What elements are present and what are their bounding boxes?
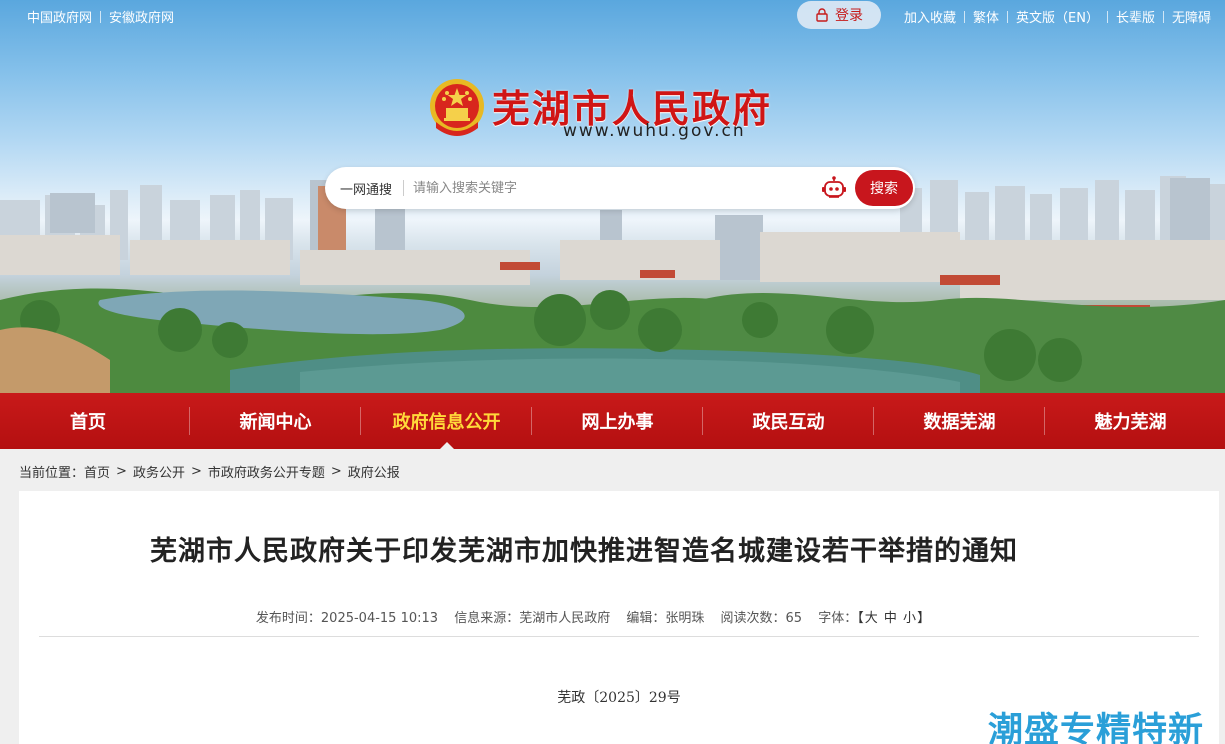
separator (100, 10, 102, 23)
link-elder-version[interactable]: 长辈版 (1116, 7, 1155, 26)
font-size-label: 字体： (818, 611, 858, 626)
breadcrumb-special-topic[interactable]: 市政府政务公开专题 (208, 462, 325, 481)
site-url: www.wuhu.gov.cn (563, 121, 746, 141)
breadcrumb-separator: > (116, 464, 127, 479)
breadcrumb-gazette[interactable]: 政府公报 (348, 462, 400, 481)
main-nav: 首页 新闻中心 政府信息公开 网上办事 政民互动 数据芜湖 魅力芜湖 (0, 393, 1225, 449)
article-meta: 发布时间：2025-04-15 10:13 信息来源：芜湖市人民政府 编辑：张明… (19, 607, 1179, 626)
login-label: 登录 (835, 8, 863, 24)
font-size-large[interactable]: 大 (865, 611, 878, 626)
view-count: 阅读次数：65 (720, 611, 803, 626)
nav-label: 政府信息公开 (392, 412, 501, 433)
link-add-favorite[interactable]: 加入收藏 (904, 7, 956, 26)
nav-label: 魅力芜湖 (1094, 412, 1167, 433)
link-english[interactable]: 英文版（EN） (1016, 7, 1099, 26)
editor: 编辑：张明珠 (626, 611, 705, 626)
link-accessibility[interactable]: 无障碍 (1172, 7, 1211, 26)
login-button[interactable]: 登录 (797, 1, 881, 29)
search-scope-label[interactable]: 一网通搜 (340, 179, 392, 198)
lock-icon (816, 8, 828, 22)
search-divider (403, 180, 404, 196)
bracket-close: 】 (917, 611, 931, 626)
nav-label: 数据芜湖 (923, 412, 996, 433)
publish-time: 发布时间：2025-04-15 10:13 (255, 611, 439, 626)
nav-label: 政民互动 (752, 412, 825, 433)
nav-online-services[interactable]: 网上办事 (532, 393, 703, 449)
article-divider (39, 636, 1199, 637)
search-bar: 一网通搜 搜索 (325, 167, 915, 209)
separator (964, 10, 965, 23)
search-button[interactable]: 搜索 (855, 170, 913, 206)
bracket-open: 【 (857, 611, 864, 626)
breadcrumb-gov-affairs[interactable]: 政务公开 (133, 462, 185, 481)
link-anhui-gov[interactable]: 安徽政府网 (109, 7, 174, 26)
breadcrumb-separator: > (330, 464, 342, 479)
nav-label: 网上办事 (581, 412, 654, 433)
nav-news-center[interactable]: 新闻中心 (190, 393, 361, 449)
site-logo[interactable]: 芜湖市人民政府 www.wuhu.gov.cn (428, 76, 828, 146)
nav-label: 新闻中心 (239, 412, 312, 433)
national-emblem-icon (430, 79, 484, 136)
link-china-gov[interactable]: 中国政府网 (27, 7, 92, 26)
nav-home[interactable]: 首页 (0, 393, 190, 449)
breadcrumb-label: 当前位置： (19, 466, 85, 481)
breadcrumb: 当前位置： 首页 > 政务公开 > 市政府政务公开专题 > 政府公报 (19, 462, 400, 481)
separator (1162, 10, 1164, 23)
font-size-control: 字体：【大 中 小】 (818, 611, 930, 626)
watermark-text: 潮盛专精特新 (988, 711, 1205, 744)
font-size-small[interactable]: 小 (903, 611, 916, 626)
header-banner: 中国政府网 安徽政府网 登录 加入收藏 繁体 英文版（EN） 长辈版 无障碍 芜… (0, 0, 1225, 393)
nav-charm-wuhu[interactable]: 魅力芜湖 (1045, 393, 1216, 449)
robot-assistant-icon[interactable] (821, 176, 847, 200)
link-traditional-chinese[interactable]: 繁体 (973, 7, 999, 26)
top-links-right: 加入收藏 繁体 英文版（EN） 长辈版 无障碍 (904, 7, 1211, 26)
separator (1007, 10, 1009, 23)
nav-data-wuhu[interactable]: 数据芜湖 (874, 393, 1045, 449)
separator (1106, 10, 1108, 23)
breadcrumb-home[interactable]: 首页 (84, 462, 110, 481)
search-input[interactable] (413, 175, 813, 201)
nav-interaction[interactable]: 政民互动 (703, 393, 874, 449)
font-size-medium[interactable]: 中 (884, 611, 897, 626)
top-links-left: 中国政府网 安徽政府网 (27, 7, 174, 26)
nav-gov-info-disclosure[interactable]: 政府信息公开 (361, 393, 532, 449)
info-source: 信息来源：芜湖市人民政府 (454, 611, 611, 626)
nav-label: 首页 (70, 412, 106, 433)
article-title: 芜湖市人民政府关于印发芜湖市加快推进智造名城建设若干举措的通知 (150, 536, 1018, 567)
breadcrumb-separator: > (190, 464, 202, 479)
